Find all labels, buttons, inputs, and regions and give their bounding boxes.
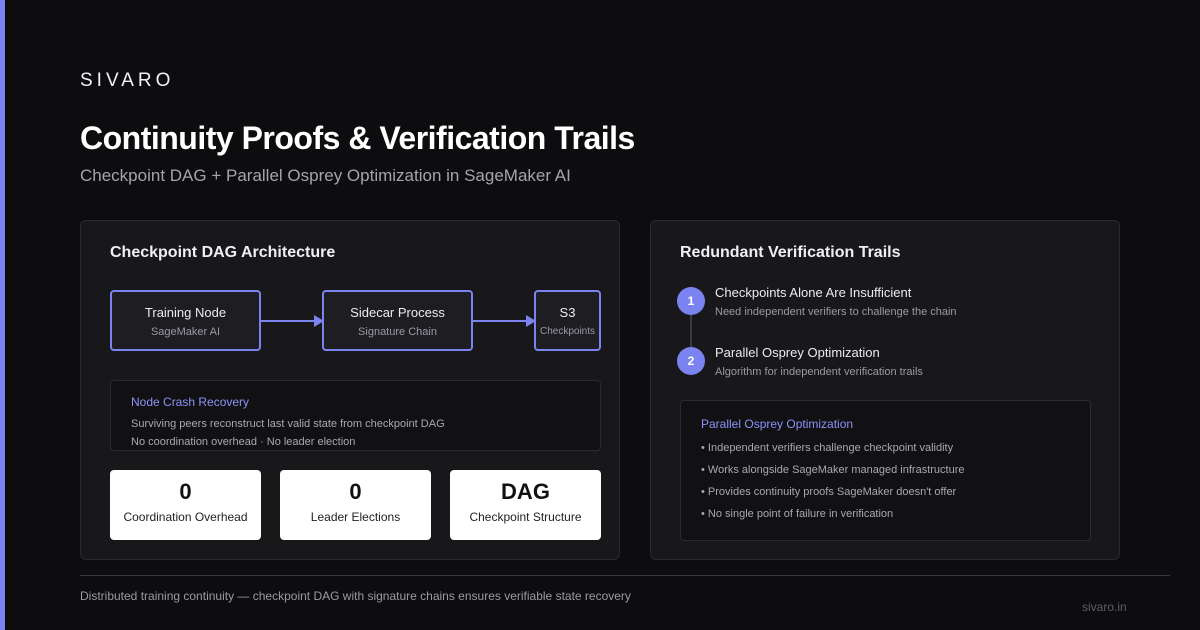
osprey-list: • Independent verifiers challenge checkp… [701, 442, 965, 530]
stat-value: 0 [179, 479, 192, 504]
osprey-box: Parallel Osprey Optimization • Independe… [680, 400, 1091, 541]
stat-label: Coordination Overhead [123, 510, 248, 524]
osprey-title: Parallel Osprey Optimization [701, 417, 854, 431]
list-item: • No single point of failure in verifica… [701, 508, 894, 520]
node-sub: SageMaker AI [150, 326, 221, 338]
node-sub: Checkpoints [539, 326, 596, 337]
list-item: • Works alongside SageMaker managed infr… [701, 464, 965, 476]
brand-logo: SIVARO [80, 70, 175, 91]
stat-value: 0 [349, 479, 362, 504]
list-item: • Provides continuity proofs SageMaker d… [701, 486, 957, 498]
stat-value: DAG [501, 479, 550, 504]
footer-url: sivaro.in [1082, 600, 1127, 614]
node-s3: S3 Checkpoints [534, 290, 601, 351]
accent-bar [0, 0, 5, 630]
step-title: Parallel Osprey Optimization [715, 345, 880, 360]
list-item: • Independent verifiers challenge checkp… [701, 442, 954, 454]
recovery-line: No coordination overhead · No leader ele… [131, 436, 356, 448]
stat-label: Checkpoint Structure [469, 510, 582, 524]
page-title: Continuity Proofs & Verification Trails [80, 120, 635, 156]
node-name: S3 [559, 305, 576, 320]
step-description: Need independent verifiers to challenge … [715, 306, 957, 318]
footer-divider [80, 575, 1170, 576]
step-number-badge: 2 [677, 347, 705, 375]
arrow-right-icon [473, 315, 536, 327]
footer-caption: Distributed training continuity — checkp… [80, 589, 631, 603]
node-sidecar: Sidecar Process Signature Chain [322, 290, 473, 351]
recovery-line: Surviving peers reconstruct last valid s… [131, 418, 445, 430]
recovery-title: Node Crash Recovery [131, 395, 250, 409]
stat-card: DAG Checkpoint Structure [450, 470, 601, 540]
stat-label: Leader Elections [310, 510, 401, 524]
panel-title: Redundant Verification Trails [680, 244, 901, 261]
stat-card: 0 Coordination Overhead [110, 470, 261, 540]
node-sub: Signature Chain [358, 326, 437, 338]
step-number-badge: 1 [677, 287, 705, 315]
node-training: Training Node SageMaker AI [110, 290, 261, 351]
step-title: Checkpoints Alone Are Insufficient [715, 285, 912, 300]
verification-trails-panel: Redundant Verification Trails 1 Checkpoi… [650, 220, 1120, 560]
page-subtitle: Checkpoint DAG + Parallel Osprey Optimiz… [80, 166, 571, 185]
step-description: Algorithm for independent verification t… [715, 366, 923, 378]
arrow-right-icon [261, 315, 324, 327]
node-name: Training Node [144, 305, 227, 320]
checkpoint-dag-panel: Checkpoint DAG Architecture Training Nod… [80, 220, 620, 560]
node-name: Sidecar Process [350, 305, 445, 320]
recovery-box: Node Crash Recovery Surviving peers reco… [110, 380, 601, 451]
panel-title: Checkpoint DAG Architecture [110, 244, 336, 261]
stat-card: 0 Leader Elections [280, 470, 431, 540]
